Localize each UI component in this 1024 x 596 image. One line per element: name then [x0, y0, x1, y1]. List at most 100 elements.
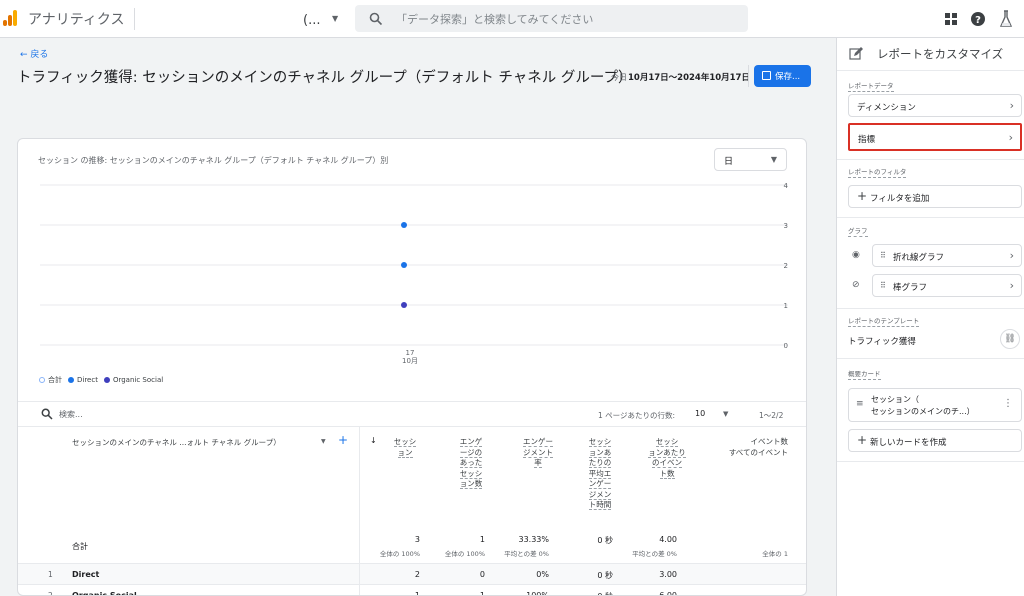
graph-line-label: 折れ線グラフ — [893, 253, 945, 263]
legend-item[interactable]: 合計 — [39, 375, 62, 385]
total-value: 1 — [479, 535, 485, 544]
add-filter-button[interactable]: + フィルタを追加 — [848, 185, 1022, 208]
section-graph: グラフ — [848, 227, 868, 237]
chevron-down-icon: ▼ — [770, 155, 777, 164]
chevron-down-icon[interactable]: ▼ — [321, 438, 326, 445]
table-row[interactable]: 1 Direct 2 0 0% 0 秒 3.00 — [18, 563, 806, 585]
sort-arrow-icon[interactable]: ↓ — [370, 436, 377, 445]
search-bar[interactable]: 「データ探索」と検索してみてください — [355, 5, 748, 32]
metric-header-line: セッシ — [393, 437, 417, 447]
metric-header-line: ンゲー — [588, 479, 612, 489]
date-range[interactable]: 10月17日〜2024年10月17日 — [628, 71, 750, 83]
search-icon[interactable] — [41, 408, 53, 420]
table-row[interactable]: 2 Organic Social 1 1 100% 0 秒 6.00 — [18, 584, 806, 596]
row-dimension[interactable]: Direct — [72, 570, 99, 579]
apps-grid-icon[interactable] — [943, 11, 959, 27]
chevron-right-icon: › — [1009, 249, 1014, 262]
eye-off-icon[interactable]: ⊘ — [852, 280, 860, 290]
total-subtext: 全体の 100% — [444, 550, 485, 558]
legend-item[interactable]: Direct — [68, 376, 98, 384]
chart-title: セッション の推移: セッションのメインのチャネル グループ（デフォルト チャネ… — [38, 156, 389, 165]
legend-swatch — [39, 377, 45, 383]
help-icon[interactable]: ? — [970, 11, 986, 27]
row-value: 1 — [479, 591, 485, 596]
section-report-filter: レポートのフィルタ — [848, 168, 907, 178]
add-dimension-button[interactable]: + — [338, 433, 348, 447]
plus-icon: + — [857, 189, 868, 203]
totals-label: 合計 — [72, 542, 88, 551]
divider — [837, 159, 1024, 160]
total-subtext: 平均との差 0% — [632, 550, 677, 558]
main-content: ← 戻る トラフィック獲得: セッションのメインのチャネル グループ（デフォルト… — [0, 38, 836, 596]
metric-header-line: エンゲー — [523, 437, 553, 447]
save-button-label: 保存... — [775, 72, 801, 82]
table-toolbar: 検索... 1 ページあたりの行数: 10 ▼ 1〜2/2 — [18, 401, 806, 427]
x-tick-label: 10月 — [402, 357, 418, 365]
metric-header-line: ョンあ — [588, 447, 612, 458]
total-subtext: 全体の 100% — [379, 550, 420, 558]
total-value: 3 — [414, 535, 420, 544]
drag-handle-icon[interactable]: ⠿ — [880, 281, 886, 290]
chevron-down-icon[interactable]: ▼ — [332, 14, 338, 23]
analytics-logo-icon[interactable] — [3, 10, 19, 26]
metric-header-line: すべてのイベント — [728, 447, 788, 457]
graph-line-item[interactable]: ⠿ 折れ線グラフ › — [872, 244, 1022, 267]
new-card-button[interactable]: + 新しいカードを作成 — [848, 429, 1022, 452]
chevron-right-icon: › — [1009, 99, 1014, 112]
card-title-line1: セッション（ — [871, 395, 919, 404]
table-search-input[interactable]: 検索... — [59, 409, 83, 420]
metric-header-event-count[interactable]: イベント数 すべてのイベント — [706, 437, 788, 458]
metric-header-line: ジメン — [588, 489, 612, 500]
dimensions-item[interactable]: ディメンション › — [848, 94, 1022, 117]
divider — [837, 308, 1024, 309]
new-card-label: 新しいカードを作成 — [870, 438, 947, 448]
date-today-label[interactable]: 今日 — [611, 72, 627, 83]
unlink-template-icon[interactable]: ⛓ — [1000, 329, 1020, 349]
metric-header-line: ョンあたり — [648, 447, 686, 458]
metric-column-header[interactable]: エンゲ ージの あった セッシ ョン数 — [447, 437, 495, 490]
legend-item[interactable]: Organic Social — [103, 376, 163, 384]
more-vert-icon[interactable]: ⋮ — [1003, 398, 1013, 409]
metric-column-header[interactable]: セッシ ョン — [381, 437, 429, 458]
row-dimension[interactable]: Organic Social — [72, 591, 137, 595]
line-chart[interactable]: 4 3 2 1 0 1710月 — [18, 175, 807, 375]
metric-column-header[interactable]: エンゲー ジメント率 — [514, 437, 562, 469]
dimensions-label: ディメンション — [857, 103, 916, 113]
save-button[interactable]: 保存... — [754, 65, 811, 87]
back-link[interactable]: ← 戻る — [20, 47, 48, 60]
flask-icon[interactable] — [998, 9, 1014, 29]
graph-bar-item[interactable]: ⠿ 棒グラフ › — [872, 274, 1022, 297]
search-placeholder[interactable]: 「データ探索」と検索してみてください — [396, 11, 593, 27]
metrics-item[interactable]: 指標 › — [848, 123, 1022, 151]
chevron-down-icon[interactable]: ▼ — [723, 410, 728, 418]
total-value: 33.33% — [518, 535, 549, 544]
metric-header-line: 率 — [534, 458, 542, 468]
page-title: トラフィック獲得: セッションのメインのチャネル グループ（デフォルト チャネル… — [17, 70, 633, 86]
summary-card-item[interactable]: ≡ セッション（ セッションのメインのチ...） ⋮ — [848, 388, 1022, 422]
account-selector[interactable]: (... — [303, 13, 320, 28]
rows-per-page-label: 1 ページあたりの行数: — [598, 411, 676, 420]
total-value: 0 秒 — [597, 536, 613, 545]
metric-header-line: ョン — [397, 447, 413, 458]
granularity-select[interactable]: 日 ▼ — [714, 148, 787, 171]
row-value: 6.00 — [659, 591, 677, 596]
row-value: 0 秒 — [553, 591, 613, 595]
legend-swatch — [103, 377, 110, 383]
drag-handle-icon[interactable]: ⠿ — [880, 251, 886, 260]
chart-legend: 合計 Direct Organic Social — [39, 375, 163, 385]
data-point — [401, 262, 407, 268]
y-tick-label: 2 — [784, 262, 788, 270]
app-title[interactable]: アナリティクス — [28, 9, 124, 29]
total-subtext: 平均との差 0% — [504, 550, 549, 558]
card-icon: ≡ — [856, 399, 864, 409]
metric-header-line: イベント数 — [750, 437, 789, 446]
metric-column-header[interactable]: セッシ ョンあ たりの 平均エ ンゲー ジメン ト時間 — [576, 437, 624, 511]
rows-per-page-select[interactable]: 10 — [695, 409, 705, 418]
metric-column-header[interactable]: セッシ ョンあたり のイベン ト数 — [643, 437, 691, 479]
customize-panel: レポートをカスタマイズ レポートデータ ディメンション › 指標 › レポートの… — [836, 38, 1024, 596]
eye-icon[interactable]: ◉ — [852, 250, 860, 260]
y-tick-label: 1 — [784, 302, 788, 310]
legend-label: Direct — [77, 376, 98, 384]
metric-header-line: たりの — [588, 458, 612, 468]
dimension-column-header[interactable]: セッションのメインのチャネル ...ォルト チャネル グループ） — [72, 437, 281, 448]
